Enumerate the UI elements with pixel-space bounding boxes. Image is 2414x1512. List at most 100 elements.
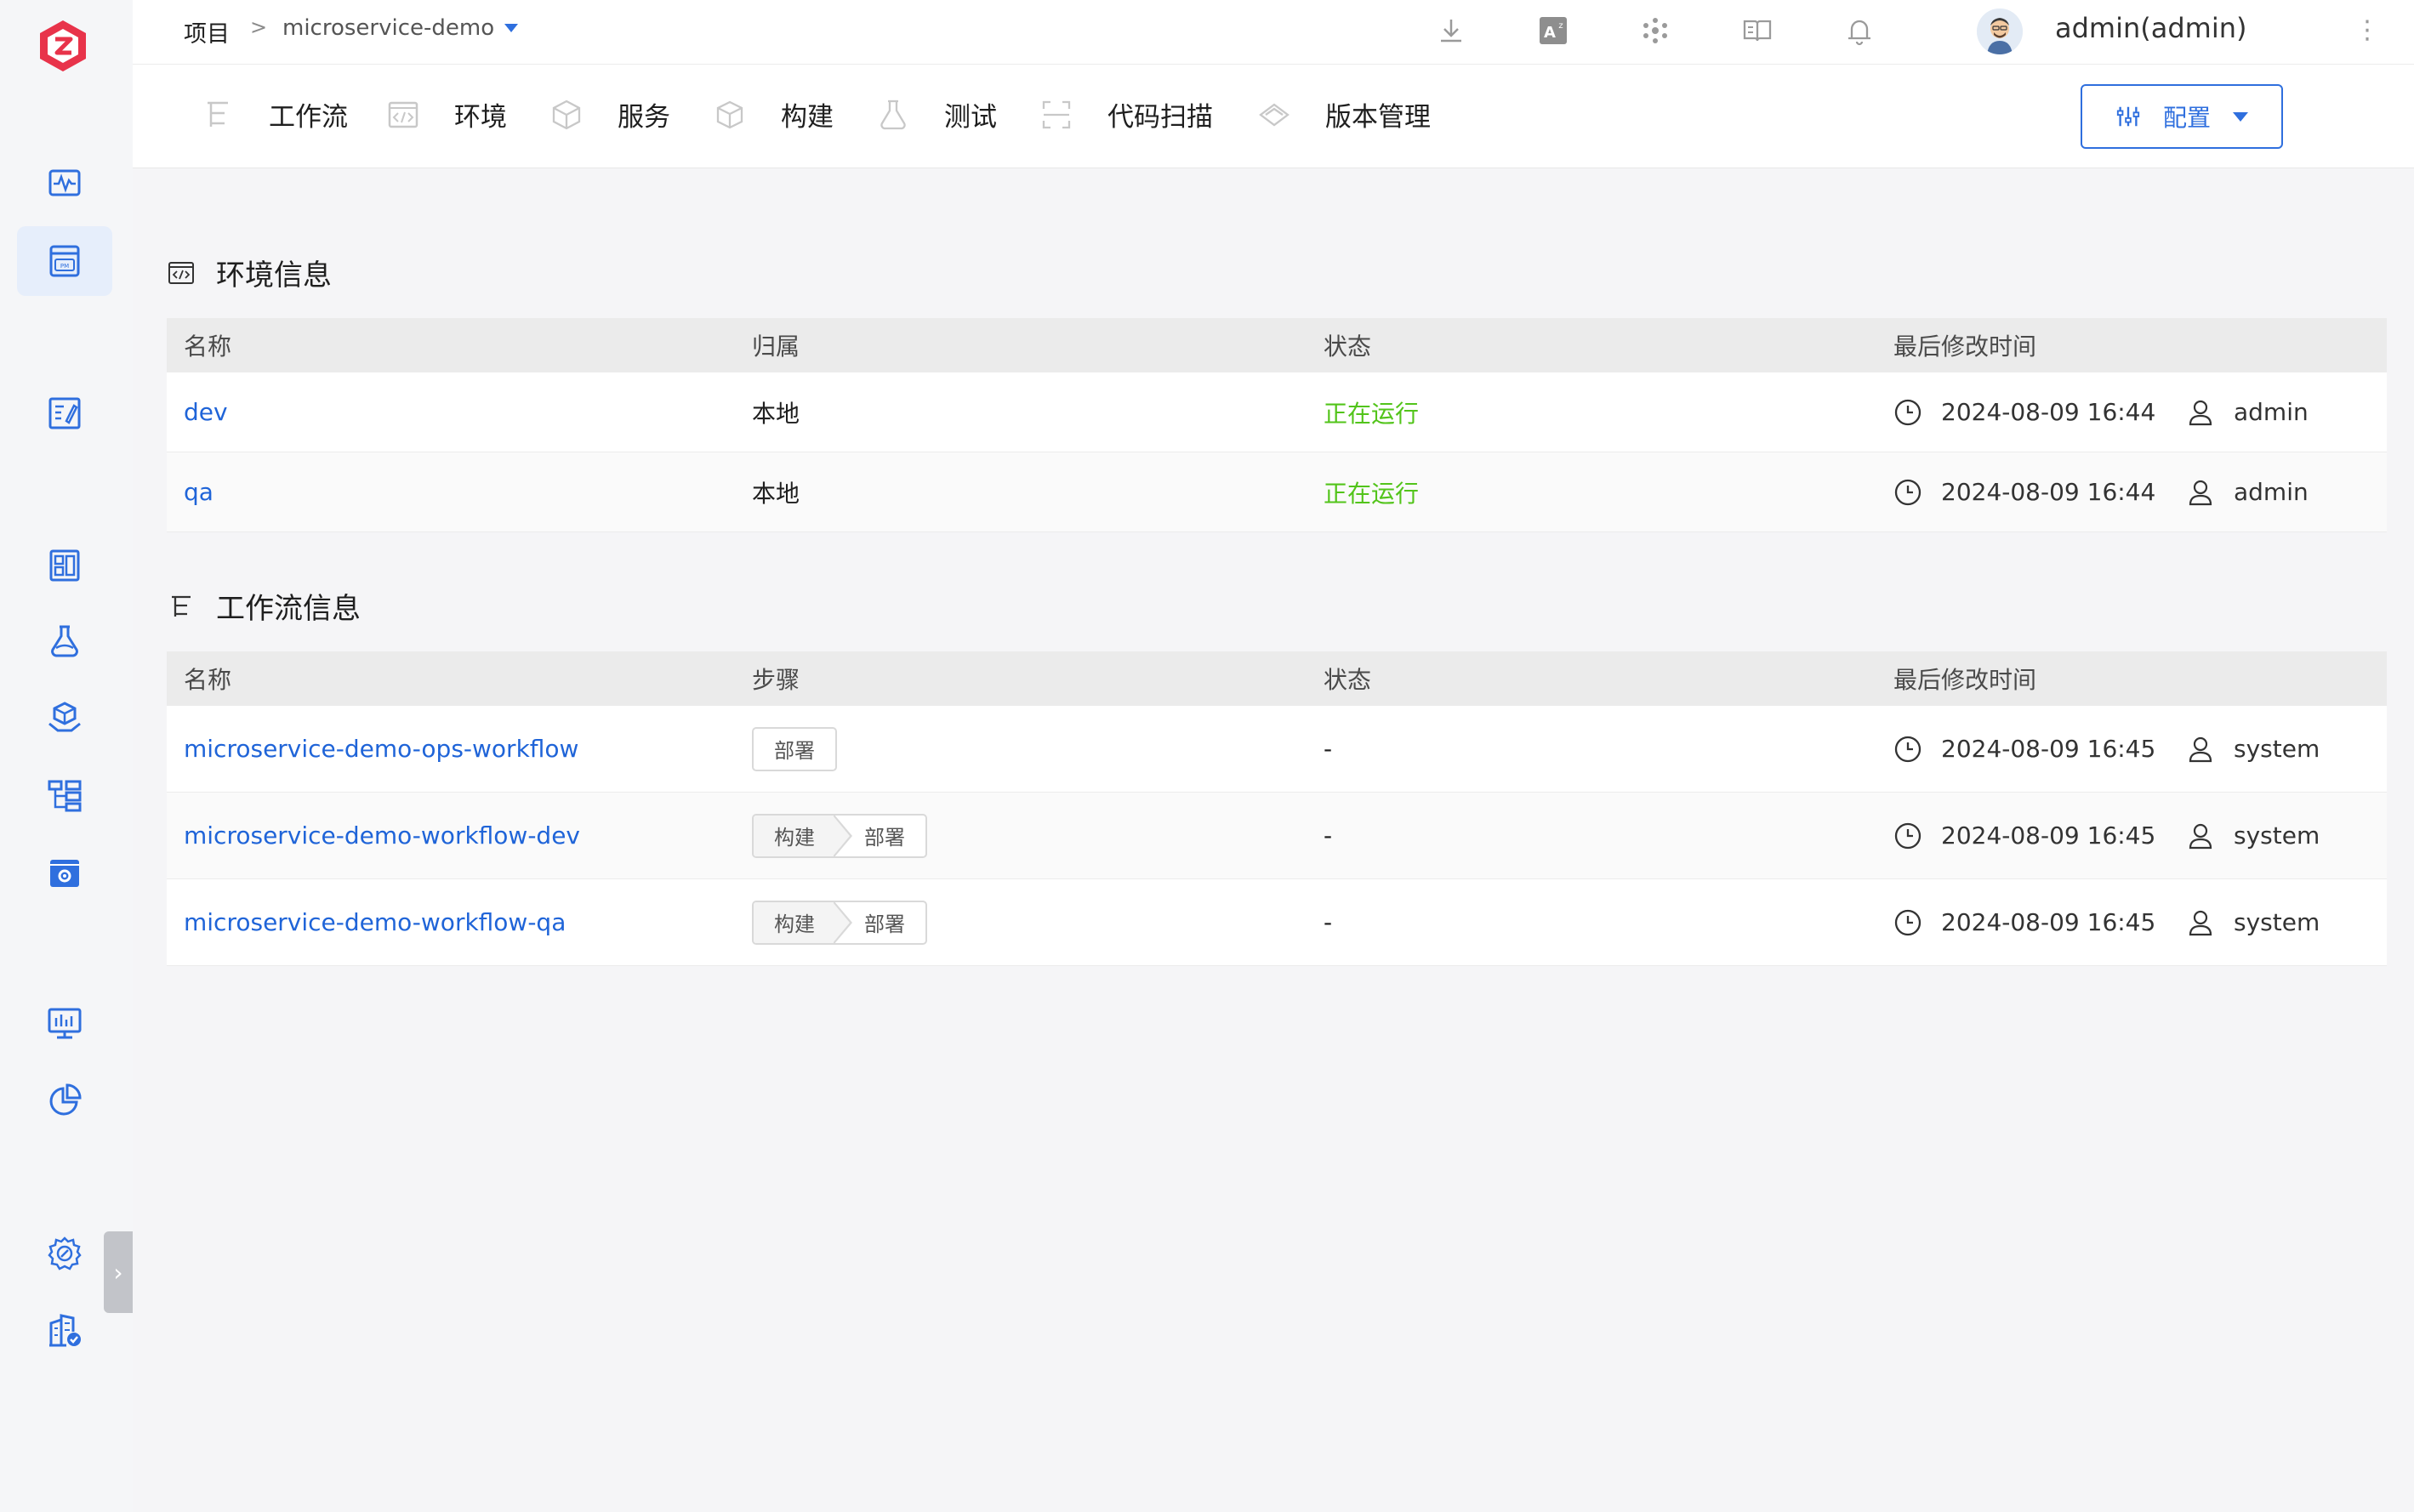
user-icon bbox=[2189, 823, 2212, 849]
sidebar-collapse-toggle[interactable]: › bbox=[104, 1231, 133, 1313]
dashboard-grid-icon bbox=[49, 549, 80, 582]
sidebar-item-dashboard[interactable] bbox=[17, 531, 112, 600]
updated-time: 2024-08-09 16:44 bbox=[1893, 452, 2155, 531]
language-button[interactable]: Az bbox=[1534, 12, 1572, 49]
user-text: system bbox=[2234, 821, 2320, 850]
app-logo-icon[interactable] bbox=[37, 19, 88, 73]
table-row[interactable]: microservice-demo-workflow-qa 构建 部署 - 20… bbox=[167, 879, 2387, 966]
workflow-section-title: 工作流信息 bbox=[167, 585, 361, 627]
environment-code-icon bbox=[388, 101, 418, 128]
column-header-updated: 最后修改时间 bbox=[1893, 333, 2037, 361]
user-icon bbox=[2189, 400, 2212, 425]
project-tab-bar: 工作流 环境 服务 构建 测试 代码扫描 版本管理 配置 bbox=[133, 65, 2414, 168]
updated-time: 2024-08-09 16:44 bbox=[1893, 372, 2155, 452]
workflow-name-link[interactable]: microservice-demo-workflow-dev bbox=[184, 793, 580, 878]
column-header-steps: 步骤 bbox=[752, 666, 800, 694]
table-row[interactable]: qa 本地 正在运行 2024-08-09 16:44 admin bbox=[167, 452, 2387, 532]
sidebar-item-hierarchy[interactable] bbox=[17, 760, 112, 830]
sidebar-item-edit[interactable] bbox=[17, 378, 112, 448]
package-hand-icon bbox=[48, 702, 81, 732]
tab-label: 服务 bbox=[618, 102, 670, 133]
env-owner: 本地 bbox=[752, 399, 800, 428]
step-chip: 构建 bbox=[754, 901, 852, 943]
breadcrumb-root[interactable]: 项目 bbox=[184, 15, 230, 48]
workflow-status: - bbox=[1324, 735, 1333, 763]
left-sidebar: PM › bbox=[0, 0, 133, 1512]
tab-service[interactable]: 服务 bbox=[549, 95, 670, 134]
svg-text:z: z bbox=[1558, 21, 1563, 31]
workflow-steps: 构建 部署 bbox=[752, 879, 927, 965]
workflow-name-link[interactable]: microservice-demo-workflow-qa bbox=[184, 879, 566, 965]
user-text: system bbox=[2234, 735, 2320, 763]
updated-time: 2024-08-09 16:45 bbox=[1893, 879, 2155, 965]
column-header-name: 名称 bbox=[184, 333, 232, 361]
clock-icon bbox=[1894, 736, 1922, 762]
workflow-name-link[interactable]: microservice-demo-ops-workflow bbox=[184, 706, 578, 792]
sliders-icon bbox=[2116, 106, 2140, 127]
sidebar-item-system-settings[interactable] bbox=[17, 1219, 112, 1288]
clock-icon bbox=[1894, 479, 1922, 505]
user-name[interactable]: admin(admin) bbox=[2055, 12, 2247, 44]
sidebar-item-enterprise[interactable] bbox=[17, 1295, 112, 1365]
tab-label: 环境 bbox=[454, 102, 507, 133]
user-icon bbox=[2189, 480, 2212, 505]
env-table: 名称 归属 状态 最后修改时间 dev 本地 正在运行 2024-08-09 1… bbox=[167, 318, 2387, 532]
sidebar-item-test[interactable] bbox=[17, 606, 112, 676]
service-cube-icon bbox=[552, 99, 581, 129]
system-gear-icon bbox=[48, 1236, 82, 1270]
workflow-table: 名称 步骤 状态 最后修改时间 microservice-demo-ops-wo… bbox=[167, 651, 2387, 966]
tab-code-scan[interactable]: 代码扫描 bbox=[1039, 95, 1213, 134]
workflow-icon bbox=[208, 101, 228, 127]
time-text: 2024-08-09 16:45 bbox=[1941, 735, 2156, 763]
section-heading: 工作流信息 bbox=[216, 592, 361, 626]
updated-by: system bbox=[2186, 706, 2320, 792]
sidebar-item-artifacts[interactable] bbox=[17, 684, 112, 753]
tab-build[interactable]: 构建 bbox=[713, 95, 834, 134]
config-button[interactable]: 配置 bbox=[2081, 84, 2283, 149]
table-header: 名称 步骤 状态 最后修改时间 bbox=[167, 651, 2387, 706]
updated-by: system bbox=[2186, 879, 2320, 965]
sidebar-item-monitor-chart[interactable] bbox=[17, 988, 112, 1058]
avatar[interactable] bbox=[1977, 9, 2023, 54]
updated-time: 2024-08-09 16:45 bbox=[1893, 706, 2155, 792]
download-button[interactable] bbox=[1432, 12, 1470, 49]
table-row[interactable]: dev 本地 正在运行 2024-08-09 16:44 admin bbox=[167, 372, 2387, 452]
translate-icon: Az bbox=[1540, 17, 1567, 44]
updated-by: admin bbox=[2186, 452, 2309, 531]
table-row[interactable]: microservice-demo-workflow-dev 构建 部署 - 2… bbox=[167, 793, 2387, 879]
column-header-status: 状态 bbox=[1324, 666, 1372, 694]
tab-version[interactable]: 版本管理 bbox=[1257, 95, 1431, 134]
sidebar-item-settings-box[interactable] bbox=[17, 838, 112, 907]
updated-by: admin bbox=[2186, 372, 2309, 452]
breadcrumb-separator: > bbox=[250, 15, 268, 39]
project-switcher[interactable]: microservice-demo bbox=[282, 15, 519, 41]
tab-workflow[interactable]: 工作流 bbox=[201, 95, 348, 134]
notifications-button[interactable] bbox=[1841, 12, 1878, 49]
docs-button[interactable] bbox=[1739, 12, 1776, 49]
time-text: 2024-08-09 16:45 bbox=[1941, 821, 2156, 850]
sidebar-item-analytics[interactable] bbox=[17, 1066, 112, 1135]
env-name-link[interactable]: dev bbox=[184, 372, 228, 452]
tab-test[interactable]: 测试 bbox=[876, 95, 997, 134]
plugins-button[interactable] bbox=[1637, 12, 1674, 49]
bell-icon bbox=[1848, 20, 1870, 46]
time-text: 2024-08-09 16:44 bbox=[1941, 398, 2156, 426]
column-header-updated: 最后修改时间 bbox=[1893, 666, 2037, 694]
workflow-status: - bbox=[1324, 908, 1333, 936]
more-menu-icon[interactable]: ⋮ bbox=[2354, 12, 2380, 49]
flask-icon bbox=[51, 625, 78, 657]
sidebar-item-monitor[interactable] bbox=[17, 149, 112, 219]
workflow-status: - bbox=[1324, 821, 1333, 850]
clock-icon bbox=[1894, 909, 1922, 935]
sidebar-item-project[interactable]: PM bbox=[17, 226, 112, 296]
pie-chart-icon bbox=[49, 1083, 82, 1116]
user-text: admin bbox=[2234, 398, 2309, 426]
table-row[interactable]: microservice-demo-ops-workflow 部署 - 2024… bbox=[167, 706, 2387, 793]
tab-environment[interactable]: 环境 bbox=[386, 95, 507, 134]
environment-code-icon bbox=[168, 261, 194, 284]
env-name-link[interactable]: qa bbox=[184, 452, 214, 531]
config-label: 配置 bbox=[2162, 104, 2211, 132]
settings-box-icon bbox=[50, 860, 79, 887]
column-header-status: 状态 bbox=[1324, 333, 1372, 361]
caret-down-icon bbox=[2233, 111, 2248, 122]
